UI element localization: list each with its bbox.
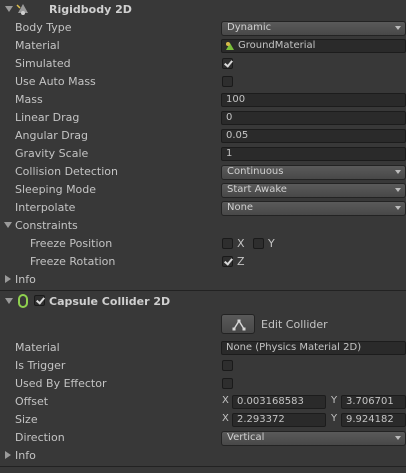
collider-info-foldout-icon[interactable] bbox=[5, 451, 11, 459]
linear-drag-label: Linear Drag bbox=[15, 111, 80, 124]
rigidbody-title: Rigidbody 2D bbox=[49, 3, 132, 16]
mass-row: Mass 100 bbox=[0, 91, 406, 109]
size-y-input[interactable]: 9.924182 bbox=[341, 413, 406, 427]
material-row: Material GroundMaterial bbox=[0, 37, 406, 55]
rigidbody-icon bbox=[15, 3, 31, 17]
freeze-position-row: Freeze Position X Y bbox=[0, 235, 406, 253]
simulated-checkbox[interactable] bbox=[222, 58, 233, 69]
capsule-collider-enabled-checkbox[interactable] bbox=[34, 295, 45, 306]
sleeping-mode-dropdown[interactable]: Start Awake bbox=[221, 183, 406, 198]
gravity-scale-input[interactable]: 1 bbox=[221, 147, 406, 161]
offset-label: Offset bbox=[15, 395, 49, 408]
freeze-position-x-label: X bbox=[237, 237, 245, 250]
angular-drag-row: Angular Drag 0.05 bbox=[0, 127, 406, 145]
sleeping-mode-row: Sleeping Mode Start Awake bbox=[0, 181, 406, 199]
collision-detection-row: Collision Detection Continuous bbox=[0, 163, 406, 181]
collision-detection-dropdown[interactable]: Continuous bbox=[221, 165, 406, 180]
angular-drag-label: Angular Drag bbox=[15, 129, 88, 142]
used-by-effector-row: Used By Effector bbox=[0, 375, 406, 393]
edit-collider-label: Edit Collider bbox=[261, 318, 328, 331]
constraints-label: Constraints bbox=[15, 219, 78, 232]
material-field[interactable]: GroundMaterial bbox=[221, 39, 406, 53]
sleeping-mode-label: Sleeping Mode bbox=[15, 183, 97, 196]
size-row: Size X 2.293372 Y 9.924182 bbox=[0, 411, 406, 429]
bottom-divider bbox=[0, 466, 406, 467]
rigidbody-info-foldout-icon[interactable] bbox=[5, 275, 11, 283]
offset-x-input[interactable]: 0.003168583 bbox=[232, 395, 326, 409]
offset-x-label: X bbox=[222, 395, 229, 406]
body-type-label: Body Type bbox=[15, 21, 72, 34]
capsule-foldout-icon[interactable] bbox=[5, 298, 13, 304]
rigidbody-info-row[interactable]: Info bbox=[0, 271, 406, 289]
direction-dropdown[interactable]: Vertical bbox=[221, 431, 406, 446]
collision-detection-label: Collision Detection bbox=[15, 165, 119, 178]
capsule-collider-title: Capsule Collider 2D bbox=[49, 295, 171, 308]
physics-material-icon bbox=[225, 41, 236, 51]
collider-material-row: Material None (Physics Material 2D) bbox=[0, 339, 406, 357]
size-x-input[interactable]: 2.293372 bbox=[232, 413, 326, 427]
freeze-rotation-label: Freeze Rotation bbox=[30, 255, 116, 268]
size-label: Size bbox=[15, 413, 38, 426]
use-auto-mass-row: Use Auto Mass bbox=[0, 73, 406, 91]
constraints-row[interactable]: Constraints bbox=[0, 217, 406, 235]
constraints-foldout-icon[interactable] bbox=[4, 222, 12, 228]
interpolate-row: Interpolate None bbox=[0, 199, 406, 217]
interpolate-dropdown[interactable]: None bbox=[221, 201, 406, 216]
offset-row: Offset X 0.003168583 Y 3.706701 bbox=[0, 393, 406, 411]
simulated-row: Simulated bbox=[0, 55, 406, 73]
body-type-dropdown[interactable]: Dynamic bbox=[221, 21, 406, 36]
direction-label: Direction bbox=[15, 431, 65, 444]
use-auto-mass-label: Use Auto Mass bbox=[15, 75, 96, 88]
simulated-label: Simulated bbox=[15, 57, 71, 70]
freeze-position-x-checkbox[interactable] bbox=[222, 238, 233, 249]
use-auto-mass-checkbox[interactable] bbox=[222, 76, 233, 87]
body-type-row: Body Type Dynamic bbox=[0, 19, 406, 37]
size-x-label: X bbox=[222, 413, 229, 424]
capsule-collider-icon bbox=[17, 294, 29, 308]
is-trigger-row: Is Trigger bbox=[0, 357, 406, 375]
freeze-position-label: Freeze Position bbox=[30, 237, 113, 250]
mass-input[interactable]: 100 bbox=[221, 93, 406, 107]
used-by-effector-checkbox[interactable] bbox=[222, 378, 233, 389]
size-y-label: Y bbox=[331, 413, 338, 424]
collider-material-field[interactable]: None (Physics Material 2D) bbox=[221, 341, 406, 355]
freeze-rotation-z-label: Z bbox=[237, 255, 245, 268]
rigidbody-info-label: Info bbox=[15, 273, 36, 286]
gravity-scale-row: Gravity Scale 1 bbox=[0, 145, 406, 163]
is-trigger-label: Is Trigger bbox=[15, 359, 66, 372]
rigidbody-header[interactable]: Rigidbody 2D bbox=[0, 0, 406, 20]
collider-info-label: Info bbox=[15, 449, 36, 462]
rigidbody-foldout-icon[interactable] bbox=[5, 6, 13, 12]
gravity-scale-label: Gravity Scale bbox=[15, 147, 89, 160]
linear-drag-row: Linear Drag 0 bbox=[0, 109, 406, 127]
edit-collider-button[interactable] bbox=[221, 314, 255, 334]
collider-material-label: Material bbox=[15, 341, 60, 354]
edit-collider-icon bbox=[231, 318, 247, 334]
capsule-collider-header[interactable]: Capsule Collider 2D bbox=[0, 291, 406, 311]
collider-info-row[interactable]: Info bbox=[0, 447, 406, 465]
linear-drag-input[interactable]: 0 bbox=[221, 111, 406, 125]
offset-y-label: Y bbox=[331, 395, 338, 406]
used-by-effector-label: Used By Effector bbox=[15, 377, 107, 390]
freeze-rotation-row: Freeze Rotation Z bbox=[0, 253, 406, 271]
freeze-position-y-label: Y bbox=[268, 237, 275, 250]
angular-drag-input[interactable]: 0.05 bbox=[221, 129, 406, 143]
material-label: Material bbox=[15, 39, 60, 52]
freeze-position-y-checkbox[interactable] bbox=[253, 238, 264, 249]
offset-y-input[interactable]: 3.706701 bbox=[341, 395, 406, 409]
interpolate-label: Interpolate bbox=[15, 201, 76, 214]
mass-label: Mass bbox=[15, 93, 43, 106]
material-value: GroundMaterial bbox=[238, 40, 316, 51]
freeze-rotation-z-checkbox[interactable] bbox=[222, 256, 233, 267]
is-trigger-checkbox[interactable] bbox=[222, 360, 233, 371]
direction-row: Direction Vertical bbox=[0, 429, 406, 447]
